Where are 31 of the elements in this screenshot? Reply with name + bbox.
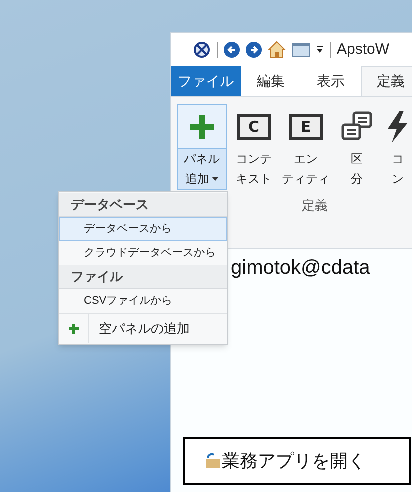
menu-item[interactable]: 空パネルの追加 [59, 313, 227, 343]
menu-item[interactable]: クラウドデータベースから [59, 241, 227, 265]
user-email: gimotok@cdata [231, 256, 372, 281]
app-logo-icon [193, 41, 211, 59]
home-icon[interactable] [268, 41, 286, 59]
menu-header: ファイル [59, 265, 227, 289]
plus-icon [68, 324, 78, 334]
plus-icon [189, 114, 215, 140]
dropdown-caret-icon[interactable] [316, 46, 324, 54]
letter-icon: E [289, 114, 323, 140]
ribbon-tab[interactable]: 編集 [241, 66, 301, 96]
folder-icon [205, 453, 221, 469]
ribbon-button[interactable]: コ ン [383, 104, 412, 190]
ribbon-button[interactable]: E エン ティティ [281, 104, 331, 190]
window-icon[interactable] [292, 43, 310, 57]
open-app-button[interactable]: 業務アプリを開く [183, 437, 411, 485]
lightning-icon [386, 110, 410, 144]
menu-item[interactable]: データベースから [59, 217, 227, 241]
ribbon-button[interactable]: パネル 追加 [177, 104, 227, 190]
ribbon-tab[interactable]: 表示 [301, 66, 361, 96]
ribbon-button[interactable]: C コンテ キスト [229, 104, 279, 190]
ribbon-tab[interactable]: 定義 [361, 66, 412, 96]
menu-item[interactable]: CSVファイルから [59, 289, 227, 313]
window-title: ApstoW [337, 40, 390, 60]
letter-icon: C [237, 114, 271, 140]
group-label: 定義 [302, 197, 329, 215]
forward-icon[interactable] [246, 42, 262, 58]
menu-header: データベース [59, 193, 227, 217]
ribbon-button[interactable]: 区 分 [333, 104, 381, 190]
back-icon[interactable] [224, 42, 240, 58]
file-tab[interactable]: ファイル [171, 66, 241, 96]
